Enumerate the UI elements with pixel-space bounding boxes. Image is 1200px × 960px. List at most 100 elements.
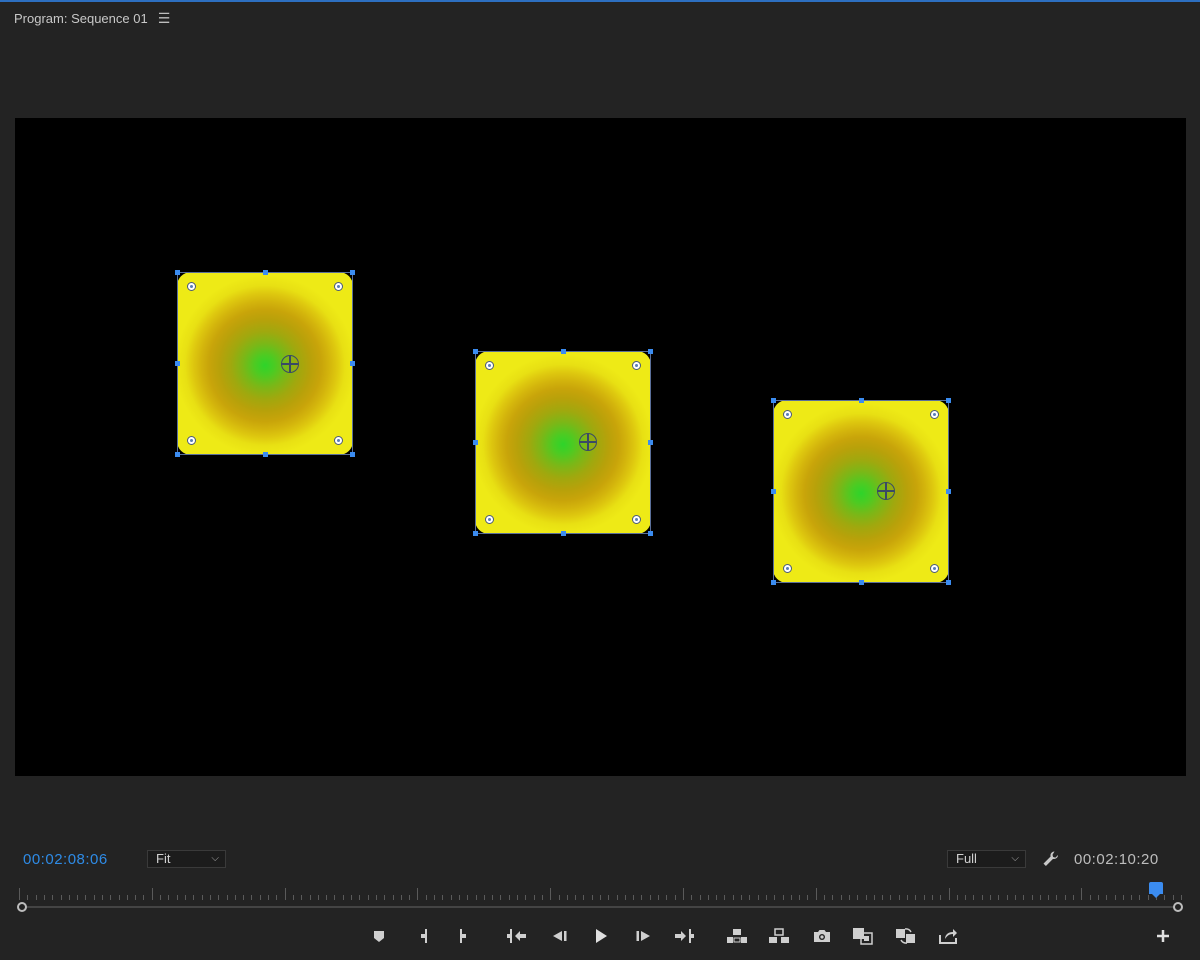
ruler-tick [426, 895, 427, 900]
corner-radius-pin-br[interactable] [930, 564, 939, 573]
transform-handle-l[interactable] [473, 440, 478, 445]
ruler-tick [658, 895, 659, 900]
transform-handle-tr[interactable] [350, 270, 355, 275]
corner-radius-pin-tr[interactable] [930, 410, 939, 419]
playback-resolution-dropdown[interactable]: Full ⌵ [947, 850, 1026, 868]
play-icon [596, 929, 607, 943]
ruler-tick [733, 895, 734, 900]
ruler-tick [310, 895, 311, 900]
ruler-tick [832, 895, 833, 900]
ruler-tick [1056, 895, 1057, 900]
clip-2[interactable] [473, 349, 653, 536]
transform-handle-bl[interactable] [175, 452, 180, 457]
time-ruler[interactable] [15, 884, 1186, 900]
ruler-tick [61, 895, 62, 900]
clip-1[interactable] [175, 270, 355, 457]
extract-button[interactable] [767, 924, 791, 948]
step-back-button[interactable] [547, 924, 571, 948]
button-editor-button[interactable] [1151, 924, 1175, 948]
current-timecode[interactable]: 00:02:08:06 [23, 851, 108, 868]
transform-handle-t[interactable] [859, 398, 864, 403]
panel-top-border [0, 0, 1200, 2]
export-button[interactable] [936, 924, 960, 948]
transform-handle-l[interactable] [175, 361, 180, 366]
ruler-tick [301, 895, 302, 900]
corner-radius-pin-bl[interactable] [485, 515, 494, 524]
export-frame-button[interactable] [810, 924, 834, 948]
toggle-proxies-button[interactable] [894, 924, 918, 948]
ruler-tick [617, 895, 618, 900]
transform-handle-br[interactable] [350, 452, 355, 457]
zoom-scroll-right-handle[interactable] [1173, 902, 1183, 912]
transform-handle-bl[interactable] [473, 531, 478, 536]
clip-3[interactable] [771, 398, 951, 585]
step-forward-button[interactable] [632, 924, 656, 948]
program-monitor-viewer[interactable] [15, 118, 1186, 776]
anchor-point-icon[interactable] [877, 482, 895, 500]
ruler-tick [218, 895, 219, 900]
transform-handle-b[interactable] [859, 580, 864, 585]
transform-handle-b[interactable] [561, 531, 566, 536]
playhead-handle[interactable] [1149, 882, 1163, 898]
transform-handle-b[interactable] [263, 452, 268, 457]
ruler-tick [1032, 895, 1033, 900]
mark-in-button[interactable] [412, 924, 436, 948]
ruler-tick [866, 895, 867, 900]
ruler-tick [168, 895, 169, 900]
corner-radius-pin-br[interactable] [632, 515, 641, 524]
go-to-in-button[interactable] [505, 924, 529, 948]
transform-handle-r[interactable] [648, 440, 653, 445]
lift-button[interactable] [725, 924, 749, 948]
ruler-tick [1131, 895, 1132, 900]
transform-handle-tr[interactable] [648, 349, 653, 354]
ruler-tick [567, 895, 568, 900]
corner-radius-pin-tr[interactable] [632, 361, 641, 370]
corner-radius-pin-tl[interactable] [187, 282, 196, 291]
corner-radius-pin-tl[interactable] [783, 410, 792, 419]
go-to-out-button[interactable] [672, 924, 696, 948]
anchor-point-icon[interactable] [281, 355, 299, 373]
transform-handle-br[interactable] [946, 580, 951, 585]
settings-wrench-icon[interactable] [1041, 849, 1061, 869]
ruler-tick [77, 895, 78, 900]
transform-handle-r[interactable] [350, 361, 355, 366]
bounding-box [475, 351, 651, 534]
transform-handle-bl[interactable] [771, 580, 776, 585]
transform-handle-l[interactable] [771, 489, 776, 494]
zoom-scroll-left-handle[interactable] [17, 902, 27, 912]
ruler-tick [675, 895, 676, 900]
corner-radius-pin-bl[interactable] [783, 564, 792, 573]
transform-handle-tl[interactable] [175, 270, 180, 275]
transform-handle-t[interactable] [561, 349, 566, 354]
anchor-point-icon[interactable] [579, 433, 597, 451]
go-to-in-icon [507, 929, 526, 943]
corner-radius-pin-tr[interactable] [334, 282, 343, 291]
ruler-tick [268, 895, 269, 900]
ruler-tick [799, 895, 800, 900]
ruler-tick [940, 895, 941, 900]
transform-handle-tl[interactable] [771, 398, 776, 403]
ruler-tick [641, 895, 642, 900]
transform-handle-t[interactable] [263, 270, 268, 275]
ruler-tick [401, 895, 402, 900]
ruler-tick [749, 895, 750, 900]
corner-radius-pin-tl[interactable] [485, 361, 494, 370]
transform-handle-br[interactable] [648, 531, 653, 536]
transform-handle-tr[interactable] [946, 398, 951, 403]
ruler-tick [1139, 895, 1140, 900]
corner-radius-pin-br[interactable] [334, 436, 343, 445]
hamburger-icon[interactable]: ☰ [158, 10, 171, 27]
ruler-tick [102, 895, 103, 900]
transform-handle-tl[interactable] [473, 349, 478, 354]
comparison-view-button[interactable] [851, 924, 875, 948]
ruler-tick [135, 895, 136, 900]
zoom-level-dropdown[interactable]: Fit ⌵ [147, 850, 226, 868]
corner-radius-pin-bl[interactable] [187, 436, 196, 445]
transform-handle-r[interactable] [946, 489, 951, 494]
panel-title[interactable]: Program: Sequence 01 [14, 11, 148, 26]
play-button[interactable] [589, 924, 613, 948]
zoom-scroll-bar[interactable] [22, 906, 1178, 908]
mark-out-button[interactable] [451, 924, 475, 948]
ruler-tick [517, 895, 518, 900]
add-marker-button[interactable] [367, 924, 391, 948]
